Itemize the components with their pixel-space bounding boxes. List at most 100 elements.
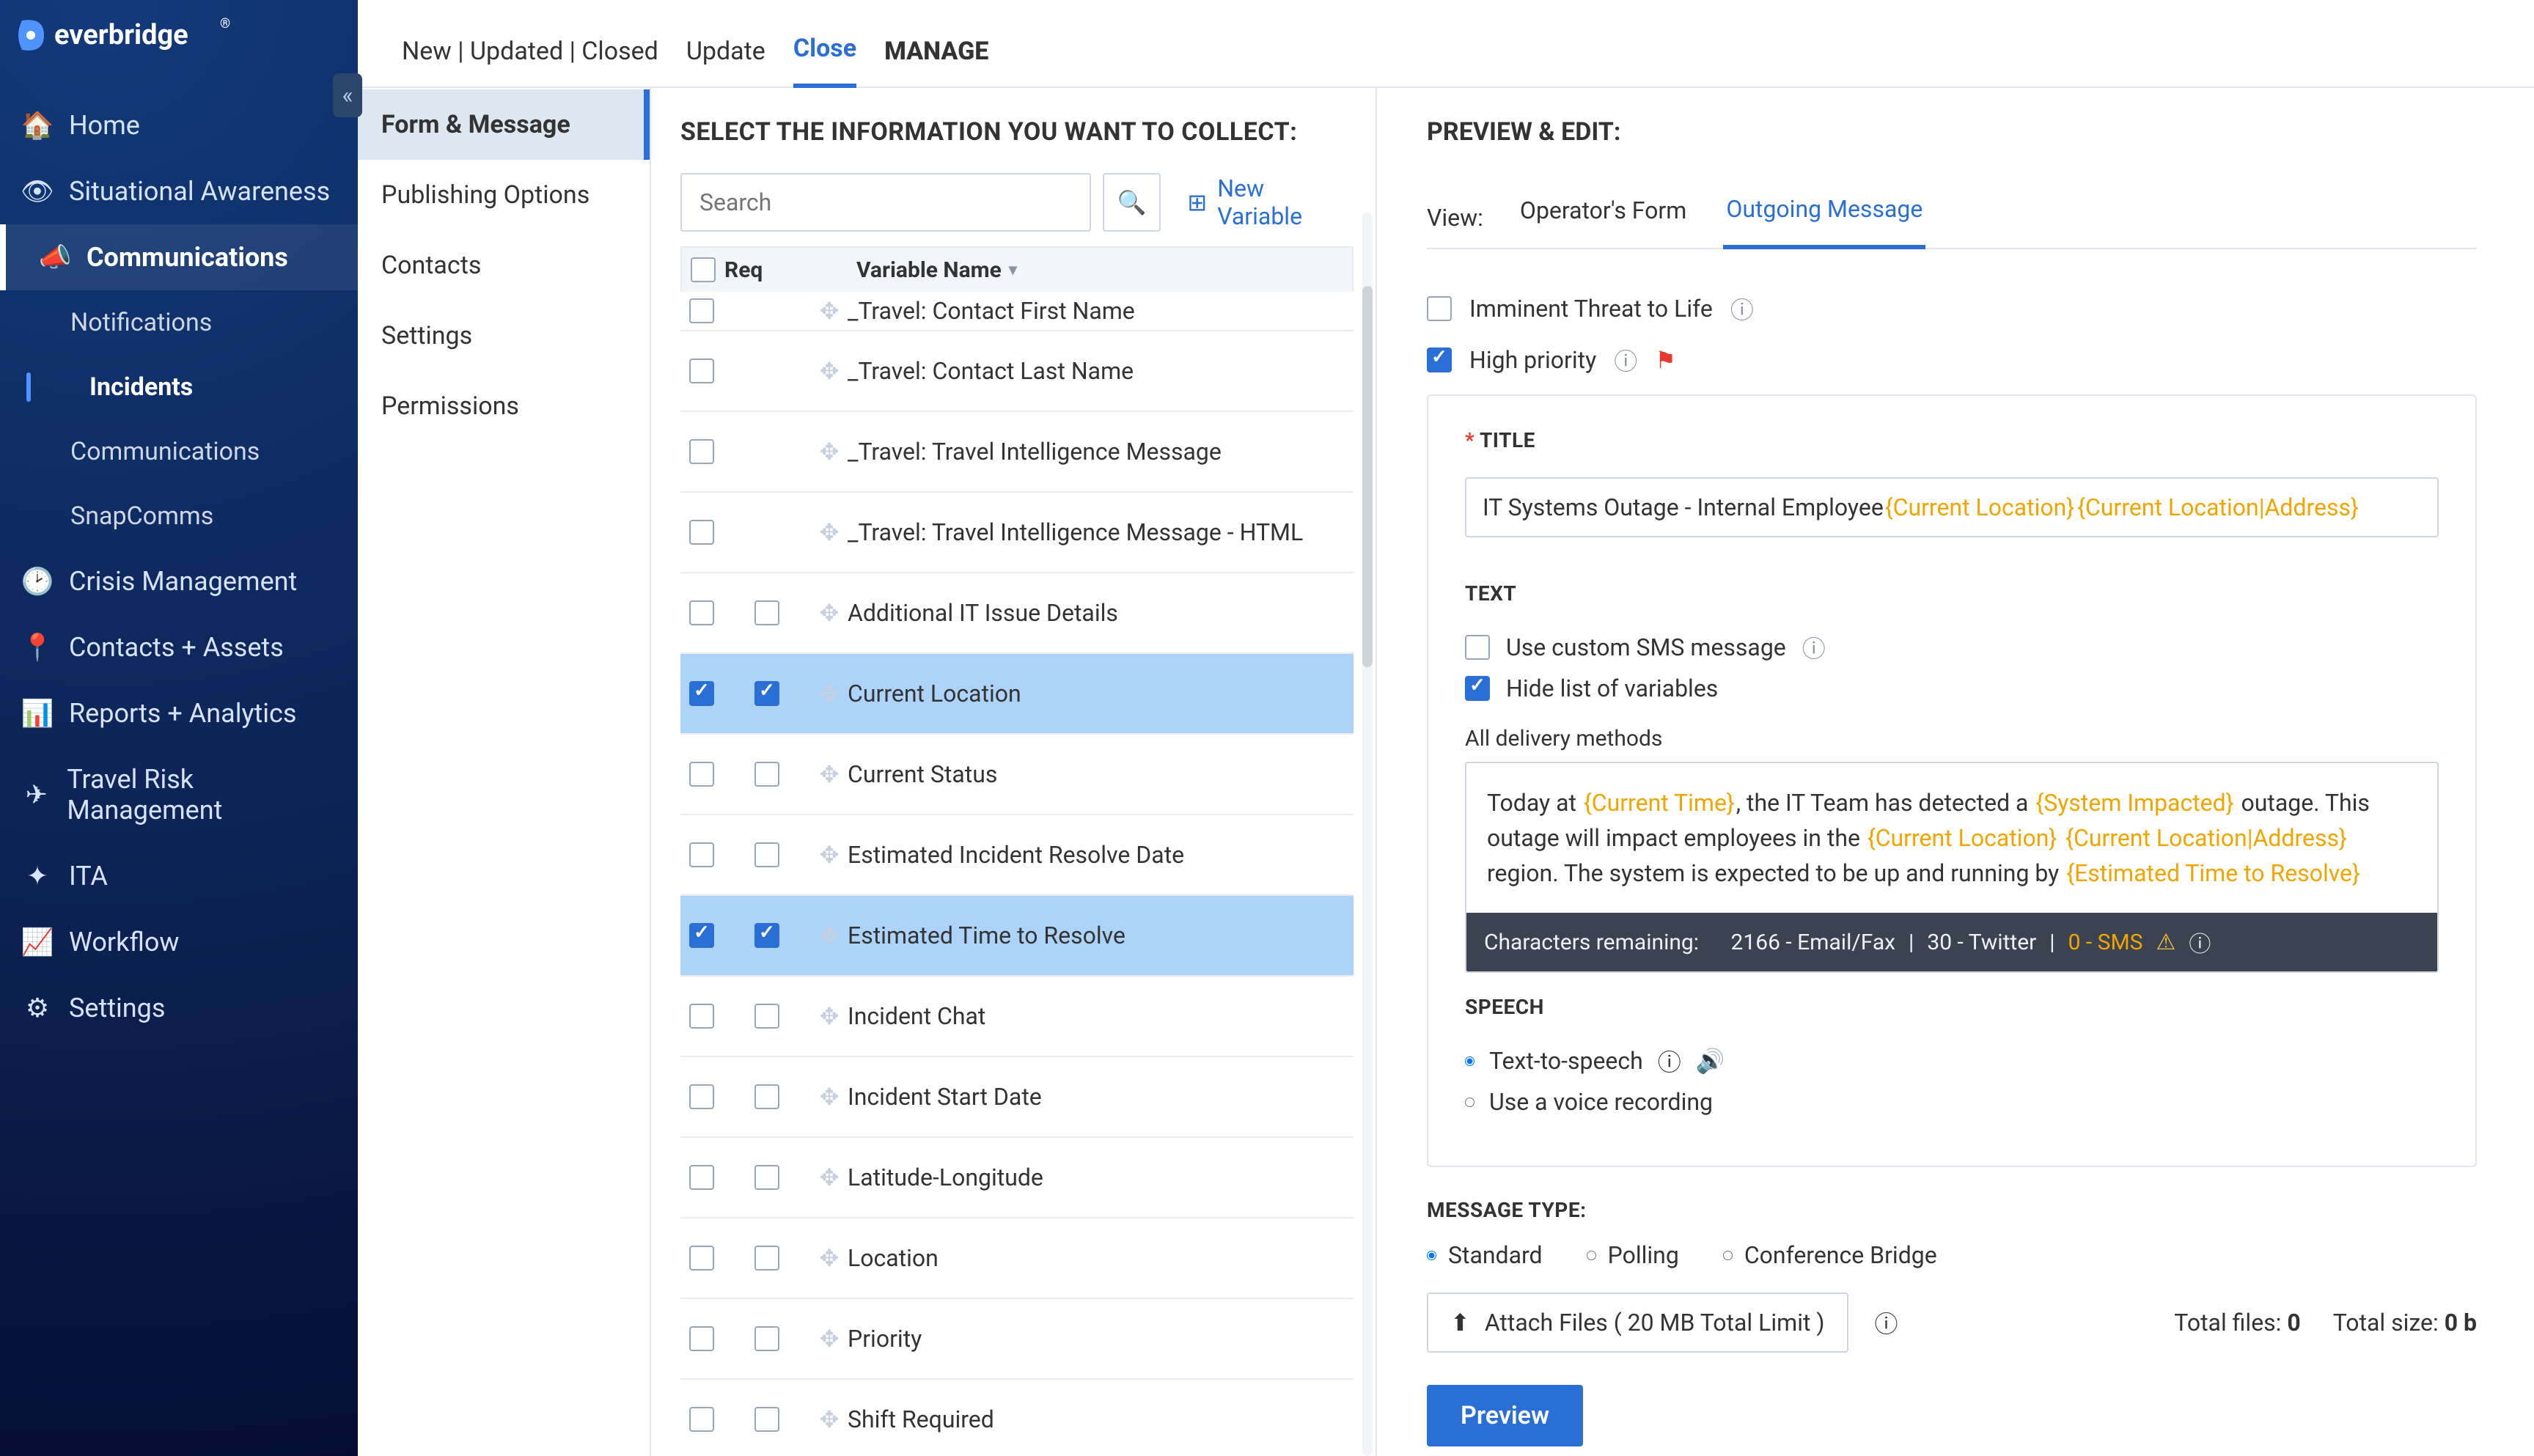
sidebar-item-communications[interactable]: Communications — [0, 419, 358, 484]
high-priority-checkbox[interactable] — [1427, 348, 1452, 372]
variable-search-input[interactable] — [699, 188, 1072, 216]
settings-nav-settings[interactable]: Settings — [358, 301, 650, 371]
variable-row[interactable]: ✥Current Location — [680, 654, 1354, 735]
topbar-new-updated-closed[interactable]: New | Updated | Closed — [402, 37, 658, 87]
variable-row[interactable]: ✥Latitude-Longitude — [680, 1138, 1354, 1218]
row-required-checkbox[interactable] — [754, 1084, 779, 1109]
info-icon[interactable]: ⓘ — [1730, 292, 1754, 326]
collapse-sidebar-button[interactable]: « — [333, 73, 362, 117]
sidebar-item-crisis-management[interactable]: 🕑Crisis Management — [0, 548, 358, 614]
row-select-checkbox[interactable] — [689, 842, 714, 867]
settings-nav-contacts[interactable]: Contacts — [358, 230, 650, 301]
drag-handle-icon[interactable]: ✥ — [811, 1244, 848, 1272]
row-required-checkbox[interactable] — [754, 1246, 779, 1271]
drag-handle-icon[interactable]: ✥ — [811, 1002, 848, 1030]
info-icon[interactable]: ⓘ — [1614, 343, 1637, 377]
settings-nav-publishing-options[interactable]: Publishing Options — [358, 160, 650, 230]
column-name[interactable]: Variable Name ▾ — [812, 257, 1352, 283]
row-required-checkbox[interactable] — [754, 1326, 779, 1351]
sidebar-item-snapcomms[interactable]: SnapComms — [0, 484, 358, 548]
row-select-checkbox[interactable] — [689, 1004, 714, 1029]
drag-handle-icon[interactable]: ✥ — [811, 1325, 848, 1353]
settings-nav-permissions[interactable]: Permissions — [358, 371, 650, 441]
sidebar-item-settings[interactable]: ⚙Settings — [0, 975, 358, 1041]
topbar-update[interactable]: Update — [686, 37, 765, 87]
sidebar-item-travel-risk-management[interactable]: ✈Travel Risk Management — [0, 746, 358, 843]
speaker-icon[interactable]: 🔊 — [1696, 1047, 1725, 1075]
variable-row[interactable]: ✥Location — [680, 1218, 1354, 1299]
row-select-checkbox[interactable] — [689, 1326, 714, 1351]
row-required-checkbox[interactable] — [754, 681, 779, 706]
row-select-checkbox[interactable] — [689, 520, 714, 545]
search-button[interactable]: 🔍 — [1103, 173, 1161, 232]
attach-files-button[interactable]: ⬆ Attach Files ( 20 MB Total Limit ) — [1427, 1293, 1848, 1353]
sidebar-item-contacts-assets[interactable]: 📍Contacts + Assets — [0, 614, 358, 680]
drag-handle-icon[interactable]: ✥ — [811, 518, 848, 546]
drag-handle-icon[interactable]: ✥ — [811, 297, 848, 325]
sidebar-item-workflow[interactable]: 📈Workflow — [0, 909, 358, 975]
select-all-checkbox[interactable] — [691, 257, 716, 282]
row-required-checkbox[interactable] — [754, 1004, 779, 1029]
new-variable-button[interactable]: ⊞ New Variable — [1187, 174, 1354, 230]
variable-row[interactable]: ✥_Travel: Contact First Name — [680, 292, 1354, 331]
sidebar-item-home[interactable]: 🏠Home — [0, 92, 358, 158]
row-select-checkbox[interactable] — [689, 923, 714, 948]
variable-row[interactable]: ✥Incident Start Date — [680, 1057, 1354, 1138]
topbar-manage[interactable]: MANAGE — [884, 37, 988, 87]
tab-operators-form[interactable]: Operator's Form — [1517, 189, 1689, 246]
row-required-checkbox[interactable] — [754, 1165, 779, 1190]
message-type-polling[interactable]: Polling — [1587, 1241, 1679, 1269]
drag-handle-icon[interactable]: ✥ — [811, 1163, 848, 1191]
scrollbar-thumb[interactable] — [1362, 286, 1373, 667]
imminent-threat-checkbox[interactable] — [1427, 296, 1452, 321]
variable-row[interactable]: ✥Additional IT Issue Details — [680, 573, 1354, 654]
row-select-checkbox[interactable] — [689, 359, 714, 383]
topbar-close[interactable]: Close — [793, 34, 856, 88]
row-select-checkbox[interactable] — [689, 681, 714, 706]
info-icon[interactable]: ⓘ — [1802, 630, 1826, 664]
sidebar-item-ita[interactable]: ✦ITA — [0, 843, 358, 909]
sidebar-item-reports-analytics[interactable]: 📊Reports + Analytics — [0, 680, 358, 746]
variable-row[interactable]: ✥Current Status — [680, 735, 1354, 815]
info-icon[interactable]: ⓘ — [1658, 1044, 1681, 1078]
row-select-checkbox[interactable] — [689, 1246, 714, 1271]
sidebar-item-communications[interactable]: 📣Communications — [0, 224, 358, 290]
drag-handle-icon[interactable]: ✥ — [811, 841, 848, 869]
drag-handle-icon[interactable]: ✥ — [811, 357, 848, 385]
drag-handle-icon[interactable]: ✥ — [811, 1083, 848, 1111]
message-type-standard[interactable]: Standard — [1427, 1241, 1543, 1269]
row-select-checkbox[interactable] — [689, 439, 714, 464]
drag-handle-icon[interactable]: ✥ — [811, 760, 848, 788]
recording-radio[interactable] — [1465, 1097, 1475, 1107]
info-icon[interactable]: ⓘ — [1875, 1306, 1898, 1339]
row-required-checkbox[interactable] — [754, 600, 779, 625]
row-required-checkbox[interactable] — [754, 923, 779, 948]
tts-radio[interactable] — [1465, 1056, 1475, 1066]
row-select-checkbox[interactable] — [689, 762, 714, 787]
variable-row[interactable]: ✥_Travel: Travel Intelligence Message — [680, 412, 1354, 493]
sidebar-item-incidents[interactable]: Incidents — [0, 355, 358, 419]
variable-row[interactable]: ✥Estimated Time to Resolve — [680, 896, 1354, 977]
row-select-checkbox[interactable] — [689, 600, 714, 625]
tab-outgoing-message[interactable]: Outgoing Message — [1723, 188, 1925, 249]
variable-row[interactable]: ✥_Travel: Contact Last Name — [680, 331, 1354, 412]
drag-handle-icon[interactable]: ✥ — [811, 1405, 848, 1433]
drag-handle-icon[interactable]: ✥ — [811, 680, 848, 707]
hide-vars-checkbox[interactable] — [1465, 676, 1490, 701]
custom-sms-checkbox[interactable] — [1465, 635, 1490, 660]
settings-nav-form-message[interactable]: Form & Message — [358, 89, 650, 160]
preview-button[interactable]: Preview — [1427, 1385, 1583, 1446]
row-select-checkbox[interactable] — [689, 1084, 714, 1109]
drag-handle-icon[interactable]: ✥ — [811, 438, 848, 466]
sidebar-item-situational-awareness[interactable]: 👁Situational Awareness — [0, 158, 358, 224]
scrollbar[interactable] — [1362, 213, 1373, 1456]
variable-row[interactable]: ✥_Travel: Travel Intelligence Message - … — [680, 493, 1354, 573]
message-editor[interactable]: Today at {Current Time}, the IT Team has… — [1466, 763, 2437, 913]
title-input[interactable] — [1465, 477, 2439, 537]
row-select-checkbox[interactable] — [689, 1407, 714, 1432]
variable-row[interactable]: ✥Incident Chat — [680, 977, 1354, 1057]
row-select-checkbox[interactable] — [689, 1165, 714, 1190]
variable-row[interactable]: ✥Shift Required — [680, 1380, 1354, 1456]
variable-row[interactable]: ✥Estimated Incident Resolve Date — [680, 815, 1354, 896]
row-required-checkbox[interactable] — [754, 1407, 779, 1432]
